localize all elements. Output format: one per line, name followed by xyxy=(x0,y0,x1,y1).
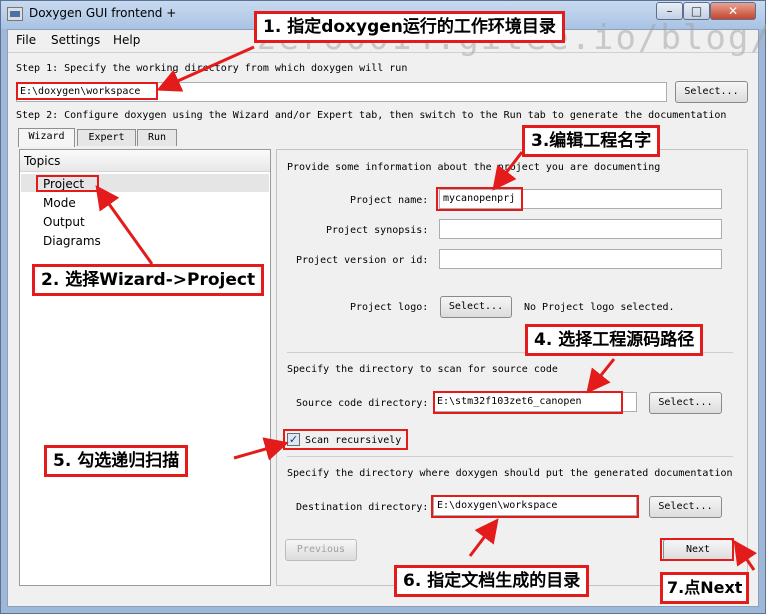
window-title: Doxygen GUI frontend + xyxy=(29,6,177,20)
annotation-1: 1. 指定doxygen运行的工作环境目录 xyxy=(254,11,565,43)
source-dir-label: Source code directory: xyxy=(296,398,429,409)
project-version-label: Project version or id: xyxy=(296,255,429,266)
menu-help[interactable]: Help xyxy=(113,33,140,47)
topics-header: Topics xyxy=(20,150,270,172)
menu-file[interactable]: File xyxy=(16,33,36,47)
annotation-2: 2. 选择Wizard->Project xyxy=(32,264,265,296)
step2-label: Step 2: Configure doxygen using the Wiza… xyxy=(16,110,727,121)
highlight-dest-dir xyxy=(431,495,639,518)
annotation-6: 6. 指定文档生成的目录 xyxy=(394,565,590,597)
topic-output[interactable]: Output xyxy=(43,215,85,229)
project-logo-status: No Project logo selected. xyxy=(524,302,675,313)
highlight-workdir xyxy=(16,82,158,100)
annotation-4: 4. 选择工程源码路径 xyxy=(525,324,704,356)
previous-button[interactable]: Previous xyxy=(285,539,357,561)
project-intro-text: Provide some information about the proje… xyxy=(287,162,661,173)
highlight-source-dir xyxy=(433,391,623,414)
tab-expert[interactable]: Expert xyxy=(77,129,136,146)
dest-dir-select-button[interactable]: Select... xyxy=(649,496,722,518)
tab-wizard[interactable]: Wizard xyxy=(18,128,75,147)
menu-settings[interactable]: Settings xyxy=(51,33,100,47)
project-version-input[interactable] xyxy=(439,249,722,269)
highlight-project-name xyxy=(436,187,523,211)
source-intro-text: Specify the directory to scan for source… xyxy=(287,364,558,375)
topic-diagrams[interactable]: Diagrams xyxy=(43,234,101,248)
project-logo-label: Project logo: xyxy=(350,302,429,313)
project-logo-select-button[interactable]: Select... xyxy=(440,296,512,318)
project-synopsis-input[interactable] xyxy=(439,219,722,239)
highlight-scan-recursive xyxy=(283,429,408,450)
app-icon xyxy=(7,7,23,21)
topic-mode[interactable]: Mode xyxy=(43,196,76,210)
tab-run[interactable]: Run xyxy=(137,129,177,146)
annotation-5: 5. 勾选递归扫描 xyxy=(44,445,189,477)
highlight-project-topic xyxy=(36,175,99,192)
project-name-label: Project name: xyxy=(350,195,429,206)
workdir-select-button[interactable]: Select... xyxy=(675,81,748,103)
highlight-next xyxy=(660,538,734,561)
section-divider xyxy=(287,456,733,457)
dest-intro-text: Specify the directory where doxygen shou… xyxy=(287,468,733,479)
annotation-3: 3.编辑工程名字 xyxy=(522,125,661,157)
project-synopsis-label: Project synopsis: xyxy=(326,225,429,236)
step1-label: Step 1: Specify the working directory fr… xyxy=(16,63,408,74)
annotation-7: 7.点Next xyxy=(660,572,750,604)
dest-dir-label: Destination directory: xyxy=(296,502,429,513)
source-dir-select-button[interactable]: Select... xyxy=(649,392,722,414)
